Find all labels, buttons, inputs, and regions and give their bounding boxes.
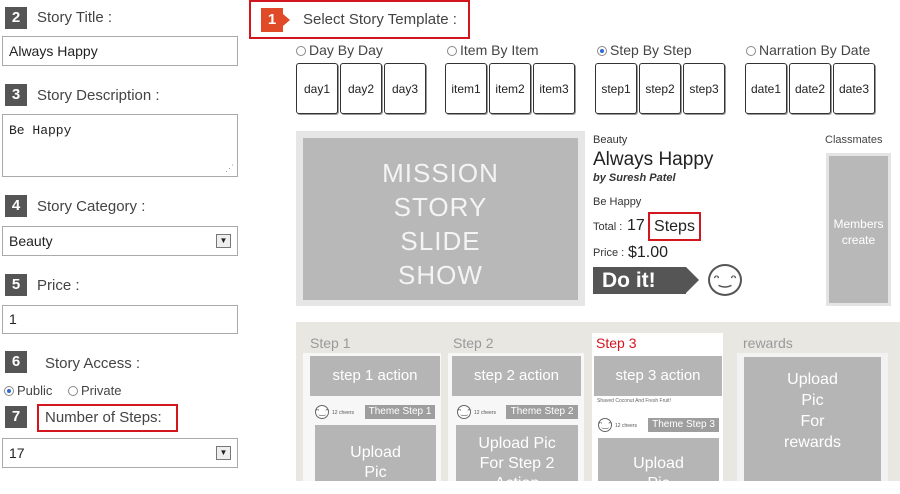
story-title-input[interactable]: Always Happy bbox=[2, 36, 238, 66]
step-1-upload-pic[interactable]: Upload Pic bbox=[315, 425, 436, 481]
total-steps-unit: Steps bbox=[648, 212, 701, 241]
story-title-label: Story Title : bbox=[37, 9, 113, 26]
step-2-cheers: 12 cheers bbox=[474, 410, 496, 416]
price-preview-value: $1.00 bbox=[628, 244, 669, 261]
step-1-badge: 1 bbox=[261, 8, 283, 32]
price-preview-label: Price : bbox=[593, 247, 625, 259]
step-3-cheers: 12 cheers bbox=[615, 423, 637, 429]
smiley-icon[interactable]: ᵔ‿ᵔ bbox=[315, 405, 329, 419]
theme-step-2[interactable]: Theme Step 2 bbox=[506, 405, 578, 419]
rewards-upload-pic[interactable]: Upload Pic For rewards bbox=[744, 357, 881, 481]
theme-step-1[interactable]: Theme Step 1 bbox=[365, 405, 435, 419]
story-access-label: Story Access : bbox=[45, 355, 141, 372]
total-label: Total : bbox=[593, 221, 623, 233]
step-5-badge: 5 bbox=[5, 274, 27, 296]
step-6-badge: 6 bbox=[5, 351, 27, 373]
template-card-day3[interactable]: day3 bbox=[384, 63, 426, 114]
story-description-text: Be Happy bbox=[9, 123, 72, 138]
dropdown-arrow-icon[interactable]: ▼ bbox=[216, 234, 231, 248]
do-it-button[interactable]: Do it! bbox=[593, 267, 701, 294]
preview-author: by Suresh Patel bbox=[593, 172, 676, 184]
step-2-badge: 2 bbox=[5, 7, 27, 29]
number-of-steps-value: 17 bbox=[9, 445, 25, 461]
smiley-icon[interactable]: ᵔ‿ᵔ bbox=[598, 418, 612, 432]
preview-category: Beauty bbox=[593, 134, 628, 146]
preview-title: Always Happy bbox=[593, 149, 714, 170]
theme-step-3[interactable]: Theme Step 3 bbox=[648, 418, 719, 432]
step-2-upload-pic[interactable]: Upload Pic For Step 2 Action bbox=[456, 425, 578, 492]
number-of-steps-select[interactable]: 17 ▼ bbox=[2, 438, 238, 468]
template-card-item1[interactable]: item1 bbox=[445, 63, 487, 114]
template-card-step1[interactable]: step1 bbox=[595, 63, 637, 114]
classmates-panel: Members create bbox=[826, 153, 891, 306]
radio-unselected-icon bbox=[296, 46, 306, 56]
radio-selected-icon bbox=[4, 386, 14, 396]
story-description-label: Story Description : bbox=[37, 87, 160, 104]
slideshow-frame: MISSION STORY SLIDE SHOW bbox=[296, 131, 585, 306]
step-7-badge: 7 bbox=[5, 406, 27, 428]
step-3-action[interactable]: step 3 action bbox=[594, 356, 722, 396]
template-header: 1 Select Story Template : bbox=[249, 0, 470, 39]
do-it-label: Do it! bbox=[593, 267, 686, 294]
radio-unselected-icon bbox=[68, 386, 78, 396]
smiley-icon[interactable]: ᵔ‿ᵔ bbox=[457, 405, 471, 419]
badge-arrow-icon bbox=[283, 14, 290, 26]
step-3-header: Step 3 bbox=[596, 335, 637, 351]
step-3-caption: Shaved Coconut And Fresh Fruit! bbox=[597, 398, 671, 404]
template-card-date3[interactable]: date3 bbox=[833, 63, 875, 114]
number-of-steps-label: Number of Steps: bbox=[37, 404, 178, 432]
step-1-cheers: 12 cheers bbox=[332, 410, 354, 416]
step-3-badge: 3 bbox=[5, 84, 27, 106]
resize-grip-icon[interactable]: ⋰ bbox=[225, 164, 234, 174]
classmates-label: Classmates bbox=[825, 134, 883, 146]
dropdown-arrow-icon[interactable]: ▼ bbox=[216, 446, 231, 460]
arrow-right-icon bbox=[686, 267, 699, 293]
members-create-tile[interactable]: Members create bbox=[829, 156, 888, 303]
template-option-narration-by-date[interactable]: Narration By Date bbox=[746, 42, 870, 58]
step-2-header: Step 2 bbox=[453, 335, 494, 351]
story-category-value: Beauty bbox=[9, 233, 53, 249]
radio-unselected-icon bbox=[447, 46, 457, 56]
preview-description: Be Happy bbox=[593, 196, 642, 208]
step-4-badge: 4 bbox=[5, 195, 27, 217]
step-1-header: Step 1 bbox=[310, 335, 351, 351]
access-radio-private[interactable]: Private bbox=[68, 383, 121, 398]
price-label: Price : bbox=[37, 277, 80, 294]
story-description-textarea[interactable]: Be Happy ⋰ bbox=[2, 114, 238, 177]
template-card-step3[interactable]: step3 bbox=[683, 63, 725, 114]
story-category-select[interactable]: Beauty ▼ bbox=[2, 226, 238, 256]
access-radio-public[interactable]: Public bbox=[4, 383, 52, 398]
template-card-date1[interactable]: date1 bbox=[745, 63, 787, 114]
template-option-day-by-day[interactable]: Day By Day bbox=[296, 42, 383, 58]
rewards-header: rewards bbox=[743, 335, 793, 351]
story-category-label: Story Category : bbox=[37, 198, 146, 215]
smiley-icon[interactable]: ᵔ‿ᵔ bbox=[708, 264, 742, 296]
price-input[interactable]: 1 bbox=[2, 305, 238, 334]
step-1-action[interactable]: step 1 action bbox=[310, 356, 440, 396]
radio-selected-icon bbox=[597, 46, 607, 56]
select-template-label: Select Story Template : bbox=[303, 11, 457, 28]
template-option-step-by-step[interactable]: Step By Step bbox=[597, 42, 692, 58]
step-3-upload-pic[interactable]: Upload Pic bbox=[598, 438, 719, 492]
template-card-step2[interactable]: step2 bbox=[639, 63, 681, 114]
step-2-action[interactable]: step 2 action bbox=[452, 356, 581, 396]
radio-unselected-icon bbox=[746, 46, 756, 56]
template-card-day1[interactable]: day1 bbox=[296, 63, 338, 114]
template-card-item3[interactable]: item3 bbox=[533, 63, 575, 114]
mission-story-slideshow[interactable]: MISSION STORY SLIDE SHOW bbox=[303, 138, 578, 300]
total-value: 17 bbox=[627, 217, 645, 234]
template-option-item-by-item[interactable]: Item By Item bbox=[447, 42, 539, 58]
template-card-item2[interactable]: item2 bbox=[489, 63, 531, 114]
template-card-date2[interactable]: date2 bbox=[789, 63, 831, 114]
template-card-day2[interactable]: day2 bbox=[340, 63, 382, 114]
